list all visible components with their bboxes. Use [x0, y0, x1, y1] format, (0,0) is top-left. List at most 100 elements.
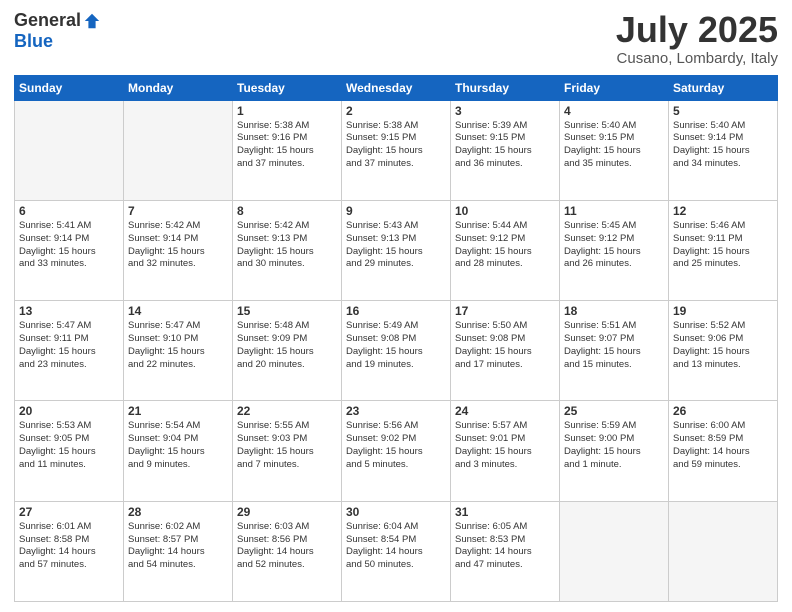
- table-row: 4 Sunrise: 5:40 AM Sunset: 9:15 PM Daylig…: [560, 100, 669, 200]
- day-info: Sunrise: 5:46 AM Sunset: 9:11 PM Dayligh…: [673, 220, 773, 271]
- day-info: Sunrise: 5:57 AM Sunset: 9:01 PM Dayligh…: [455, 420, 555, 471]
- table-row: 30 Sunrise: 6:04 AM Sunset: 8:54 PM Dayli…: [342, 501, 451, 601]
- day-number: 3: [455, 104, 555, 118]
- day-info: Sunrise: 5:59 AM Sunset: 9:00 PM Dayligh…: [564, 420, 664, 471]
- table-row: 12 Sunrise: 5:46 AM Sunset: 9:11 PM Dayli…: [669, 200, 778, 300]
- day-info: Sunrise: 5:52 AM Sunset: 9:06 PM Dayligh…: [673, 320, 773, 371]
- logo-general-text: General: [14, 10, 81, 31]
- day-number: 11: [564, 204, 664, 218]
- header-saturday: Saturday: [669, 75, 778, 100]
- day-number: 18: [564, 304, 664, 318]
- table-row: 20Sunrise: 5:53 AM Sunset: 9:05 PM Dayli…: [15, 401, 124, 501]
- day-number: 22: [237, 404, 337, 418]
- day-info: Sunrise: 5:42 AM Sunset: 9:14 PM Dayligh…: [128, 220, 228, 271]
- day-info: Sunrise: 5:49 AM Sunset: 9:08 PM Dayligh…: [346, 320, 446, 371]
- table-row: 29Sunrise: 6:03 AM Sunset: 8:56 PM Dayli…: [233, 501, 342, 601]
- day-number: 12: [673, 204, 773, 218]
- day-info: Sunrise: 5:41 AM Sunset: 9:14 PM Dayligh…: [19, 220, 119, 271]
- calendar-week-row: 27 Sunrise: 6:01 AM Sunset: 8:58 PM Dayli…: [15, 501, 778, 601]
- calendar-week-row: 6Sunrise: 5:41 AM Sunset: 9:14 PM Daylig…: [15, 200, 778, 300]
- table-row: 22 Sunrise: 5:55 AM Sunset: 9:03 PM Dayli…: [233, 401, 342, 501]
- calendar-week-row: 20Sunrise: 5:53 AM Sunset: 9:05 PM Dayli…: [15, 401, 778, 501]
- day-number: 31: [455, 505, 555, 519]
- day-number: 7: [128, 204, 228, 218]
- table-row: 18Sunrise: 5:51 AM Sunset: 9:07 PM Dayli…: [560, 301, 669, 401]
- day-info: Sunrise: 5:42 AM Sunset: 9:13 PM Dayligh…: [237, 220, 337, 271]
- day-number: 17: [455, 304, 555, 318]
- weekday-header-row: Sunday Monday Tuesday Wednesday Thursday…: [15, 75, 778, 100]
- day-number: 1: [237, 104, 337, 118]
- table-row: 2 Sunrise: 5:38 AM Sunset: 9:15 PM Daylig…: [342, 100, 451, 200]
- calendar-week-row: 13 Sunrise: 5:47 AM Sunset: 9:11 PM Dayli…: [15, 301, 778, 401]
- table-row: 21Sunrise: 5:54 AM Sunset: 9:04 PM Dayli…: [124, 401, 233, 501]
- table-row: 7 Sunrise: 5:42 AM Sunset: 9:14 PM Daylig…: [124, 200, 233, 300]
- table-row: 9 Sunrise: 5:43 AM Sunset: 9:13 PM Daylig…: [342, 200, 451, 300]
- table-row: 6Sunrise: 5:41 AM Sunset: 9:14 PM Daylig…: [15, 200, 124, 300]
- day-info: Sunrise: 5:38 AM Sunset: 9:15 PM Dayligh…: [346, 120, 446, 171]
- day-info: Sunrise: 5:50 AM Sunset: 9:08 PM Dayligh…: [455, 320, 555, 371]
- table-row: 13 Sunrise: 5:47 AM Sunset: 9:11 PM Dayli…: [15, 301, 124, 401]
- day-number: 23: [346, 404, 446, 418]
- day-number: 10: [455, 204, 555, 218]
- table-row: 26 Sunrise: 6:00 AM Sunset: 8:59 PM Dayli…: [669, 401, 778, 501]
- table-row: 3 Sunrise: 5:39 AM Sunset: 9:15 PM Daylig…: [451, 100, 560, 200]
- table-row: [15, 100, 124, 200]
- month-title: July 2025: [616, 10, 778, 50]
- table-row: 24Sunrise: 5:57 AM Sunset: 9:01 PM Dayli…: [451, 401, 560, 501]
- table-row: [124, 100, 233, 200]
- day-info: Sunrise: 5:47 AM Sunset: 9:10 PM Dayligh…: [128, 320, 228, 371]
- day-number: 15: [237, 304, 337, 318]
- table-row: 1 Sunrise: 5:38 AM Sunset: 9:16 PM Daylig…: [233, 100, 342, 200]
- day-number: 20: [19, 404, 119, 418]
- header-tuesday: Tuesday: [233, 75, 342, 100]
- day-info: Sunrise: 5:40 AM Sunset: 9:14 PM Dayligh…: [673, 120, 773, 171]
- day-info: Sunrise: 5:47 AM Sunset: 9:11 PM Dayligh…: [19, 320, 119, 371]
- table-row: [669, 501, 778, 601]
- day-info: Sunrise: 5:56 AM Sunset: 9:02 PM Dayligh…: [346, 420, 446, 471]
- day-number: 13: [19, 304, 119, 318]
- day-info: Sunrise: 6:01 AM Sunset: 8:58 PM Dayligh…: [19, 521, 119, 572]
- day-info: Sunrise: 5:55 AM Sunset: 9:03 PM Dayligh…: [237, 420, 337, 471]
- day-number: 14: [128, 304, 228, 318]
- day-number: 30: [346, 505, 446, 519]
- day-info: Sunrise: 5:43 AM Sunset: 9:13 PM Dayligh…: [346, 220, 446, 271]
- header-wednesday: Wednesday: [342, 75, 451, 100]
- day-info: Sunrise: 5:44 AM Sunset: 9:12 PM Dayligh…: [455, 220, 555, 271]
- day-number: 19: [673, 304, 773, 318]
- table-row: 19 Sunrise: 5:52 AM Sunset: 9:06 PM Dayli…: [669, 301, 778, 401]
- table-row: 31Sunrise: 6:05 AM Sunset: 8:53 PM Dayli…: [451, 501, 560, 601]
- location: Cusano, Lombardy, Italy: [616, 50, 778, 67]
- header-friday: Friday: [560, 75, 669, 100]
- logo-icon: [83, 12, 101, 30]
- day-number: 4: [564, 104, 664, 118]
- day-info: Sunrise: 5:38 AM Sunset: 9:16 PM Dayligh…: [237, 120, 337, 171]
- day-number: 21: [128, 404, 228, 418]
- table-row: 15 Sunrise: 5:48 AM Sunset: 9:09 PM Dayli…: [233, 301, 342, 401]
- day-info: Sunrise: 6:02 AM Sunset: 8:57 PM Dayligh…: [128, 521, 228, 572]
- header-monday: Monday: [124, 75, 233, 100]
- calendar-week-row: 1 Sunrise: 5:38 AM Sunset: 9:16 PM Daylig…: [15, 100, 778, 200]
- table-row: 23 Sunrise: 5:56 AM Sunset: 9:02 PM Dayli…: [342, 401, 451, 501]
- day-number: 2: [346, 104, 446, 118]
- day-info: Sunrise: 6:00 AM Sunset: 8:59 PM Dayligh…: [673, 420, 773, 471]
- day-number: 25: [564, 404, 664, 418]
- day-number: 8: [237, 204, 337, 218]
- day-number: 9: [346, 204, 446, 218]
- table-row: 10 Sunrise: 5:44 AM Sunset: 9:12 PM Dayli…: [451, 200, 560, 300]
- table-row: 11Sunrise: 5:45 AM Sunset: 9:12 PM Dayli…: [560, 200, 669, 300]
- day-number: 16: [346, 304, 446, 318]
- day-info: Sunrise: 6:04 AM Sunset: 8:54 PM Dayligh…: [346, 521, 446, 572]
- page: General Blue July 2025 Cusano, Lombardy,…: [0, 0, 792, 612]
- table-row: 8 Sunrise: 5:42 AM Sunset: 9:13 PM Daylig…: [233, 200, 342, 300]
- day-info: Sunrise: 6:03 AM Sunset: 8:56 PM Dayligh…: [237, 521, 337, 572]
- table-row: 28 Sunrise: 6:02 AM Sunset: 8:57 PM Dayli…: [124, 501, 233, 601]
- table-row: 16 Sunrise: 5:49 AM Sunset: 9:08 PM Dayli…: [342, 301, 451, 401]
- day-info: Sunrise: 5:40 AM Sunset: 9:15 PM Dayligh…: [564, 120, 664, 171]
- day-info: Sunrise: 5:48 AM Sunset: 9:09 PM Dayligh…: [237, 320, 337, 371]
- title-block: July 2025 Cusano, Lombardy, Italy: [616, 10, 778, 67]
- day-number: 28: [128, 505, 228, 519]
- day-info: Sunrise: 5:39 AM Sunset: 9:15 PM Dayligh…: [455, 120, 555, 171]
- day-number: 26: [673, 404, 773, 418]
- header: General Blue July 2025 Cusano, Lombardy,…: [14, 10, 778, 67]
- day-number: 27: [19, 505, 119, 519]
